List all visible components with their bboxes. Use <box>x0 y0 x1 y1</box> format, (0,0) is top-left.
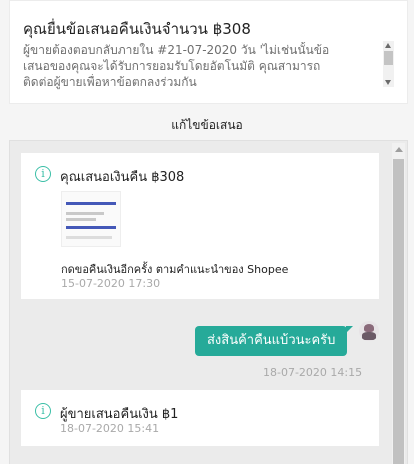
scroll-up-arrow-icon[interactable] <box>395 147 403 152</box>
info-icon: i <box>35 403 51 419</box>
evidence-thumbnail[interactable] <box>61 191 121 247</box>
scrollbar-thumb[interactable] <box>384 51 393 65</box>
chat-message-bubble: ส่งสินค้าคืนแบ้วนะครับ <box>195 326 354 356</box>
refund-offer-line: ผู้ขายต้องตอบกลับภายใน #21-07-2020 วัน '… <box>23 43 330 57</box>
chat-message-timestamp: 18-07-2020 14:15 <box>263 366 363 379</box>
user-avatar-icon <box>359 321 379 341</box>
scroll-down-arrow-icon[interactable] <box>385 80 391 85</box>
buyer-offer-title: คุณเสนอเงินคืน ฿308 <box>60 170 185 185</box>
refund-offer-card: คุณยื่นข้อเสนอคืนเงินจำนวน ฿308 ผู้ขายต้… <box>9 0 408 104</box>
seller-offer-card: i ผู้ขายเสนอคืนเงิน ฿1 18-07-2020 15:41 <box>21 390 379 446</box>
seller-offer-timestamp: 18-07-2020 15:41 <box>60 422 160 435</box>
thread-scrollbar[interactable] <box>392 143 405 464</box>
negotiation-thread: i คุณเสนอเงินคืน ฿308 กดขอคืนเงินอีกครั้… <box>9 140 408 464</box>
edit-offer-link[interactable]: แก้ไขข้อเสนอ <box>0 116 414 135</box>
seller-offer-title: ผู้ขายเสนอคืนเงิน ฿1 <box>60 407 179 422</box>
buyer-offer-timestamp: 15-07-2020 17:30 <box>61 277 161 290</box>
buyer-offer-note: กดขอคืนเงินอีกครั้ง ตามคำแนะนำของ Shopee <box>61 263 289 276</box>
refund-offer-title: คุณยื่นข้อเสนอคืนเงินจำนวน ฿308 <box>23 20 251 38</box>
refund-offer-line: เสนอของคุณจะได้รับการยอมรับโดยอัตโนมัติ … <box>23 59 321 73</box>
refund-offer-description: ผู้ขายต้องตอบกลับภายใน #21-07-2020 วัน '… <box>23 42 383 90</box>
info-icon: i <box>35 166 51 182</box>
scrollbar-thumb[interactable] <box>393 159 404 464</box>
buyer-offer-card: i คุณเสนอเงินคืน ฿308 กดขอคืนเงินอีกครั้… <box>21 153 379 299</box>
description-scrollbar[interactable] <box>383 41 394 87</box>
refund-offer-line: ติดต่อผู้ขายเพื่อหาข้อตกลงร่วมกัน <box>23 75 197 89</box>
scroll-up-arrow-icon[interactable] <box>385 43 391 48</box>
